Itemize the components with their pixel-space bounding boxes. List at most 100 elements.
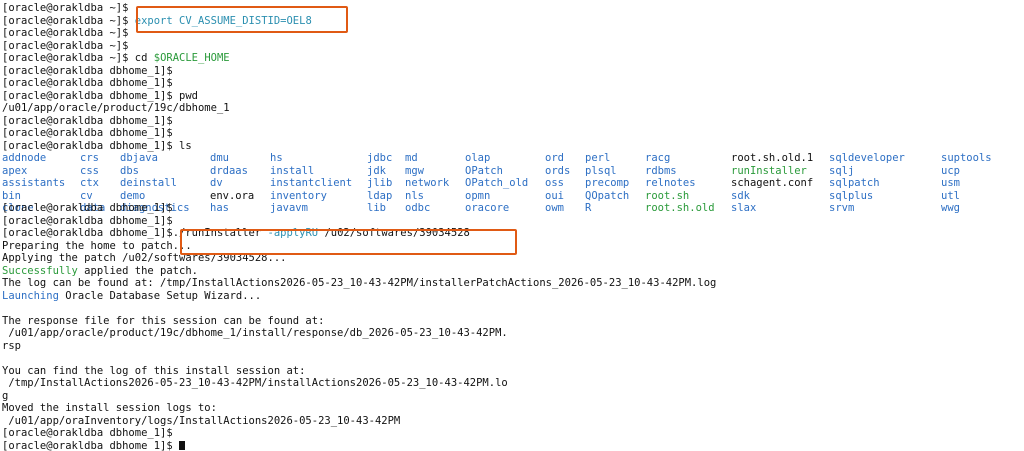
terminal-window[interactable]: [oracle@orakldba ~]$ [oracle@orakldba ~]… [0, 0, 1024, 451]
shell-prompt: [oracle@orakldba dbhome_1]$ [2, 127, 173, 139]
ls-entry: sqlplus [829, 189, 874, 202]
ls-entry: oss [545, 177, 564, 189]
terminal-output: g [2, 390, 1024, 403]
ls-entry: bin [2, 189, 21, 202]
output-success-word: Successfully [2, 264, 78, 277]
ls-entry: runInstaller [731, 164, 807, 177]
ls-entry: root.sh [645, 189, 690, 202]
terminal-output [2, 302, 1024, 315]
ls-entry: ucp [941, 164, 960, 177]
ls-entry: dmu [210, 152, 229, 164]
shell-prompt: [oracle@orakldba dbhome_1]$ [2, 89, 173, 102]
output-session-log-path-cont: g [2, 389, 9, 402]
ls-entry: apex [2, 164, 28, 177]
ls-entry: jdbc [367, 152, 393, 164]
output-preparing: Preparing the home to patch... [2, 239, 192, 252]
terminal-line: [oracle@orakldba dbhome_1]$ [2, 215, 1024, 228]
output-session-log-heading: You can find the log of this install ses… [2, 364, 306, 377]
terminal-line: [oracle@orakldba ~]$ [2, 40, 1024, 53]
ls-entry: dbjava [120, 152, 158, 164]
ls-entry: sqldeveloper [829, 152, 905, 164]
ls-entry: ords [545, 164, 571, 177]
ls-entry: QOpatch [585, 189, 630, 202]
ls-entry: plsql [585, 164, 617, 177]
ls-entry: assistants [2, 177, 66, 189]
output-moved-path: /u01/app/oraInventory/logs/InstallAction… [2, 414, 401, 427]
ls-entry: hs [270, 152, 283, 164]
terminal-line: [oracle@orakldba dbhome_1]$ [2, 65, 1024, 78]
terminal-output: /tmp/InstallActions2026-05-23_10-43-42PM… [2, 377, 1024, 390]
terminal-line: [oracle@orakldba dbhome_1]$ [2, 127, 1024, 140]
terminal-line: [oracle@orakldba dbhome_1]$ ls [2, 140, 1024, 153]
pwd-command: pwd [179, 89, 198, 102]
terminal-output: You can find the log of this install ses… [2, 365, 1024, 378]
shell-prompt: [oracle@orakldba dbhome_1]$ [2, 77, 173, 89]
ls-entry: drdaas [210, 164, 248, 177]
output-response-path: /u01/app/oracle/product/19c/dbhome_1/ins… [2, 327, 508, 339]
ls-entry: schagent.conf [731, 177, 814, 189]
output-success-rest: applied the patch. [77, 264, 198, 277]
ls-entry: slax [731, 202, 757, 214]
output-launching-word: Launching [2, 289, 59, 302]
ls-entry: OPatch [465, 164, 503, 177]
terminal-output: /u01/app/oraInventory/logs/InstallAction… [2, 415, 1024, 428]
ls-entry: nls [405, 189, 424, 202]
terminal-line: [oracle@orakldba dbhome_1]$ [2, 115, 1024, 128]
terminal-line: [oracle@orakldba ~]$ cd $ORACLE_HOME [2, 52, 1024, 65]
ls-entry: inventory [270, 189, 327, 202]
ls-entry: sqlpatch [829, 177, 880, 189]
ls-command: ls [179, 139, 192, 152]
terminal-line: [oracle@orakldba dbhome_1]$ [2, 427, 1024, 440]
ls-entry: relnotes [645, 177, 696, 189]
ls-entry: owm [545, 202, 564, 214]
ls-entry: env.ora [210, 189, 255, 202]
ls-entry: usm [941, 177, 960, 189]
ls-entry: racg [645, 152, 671, 164]
ls-entry: demo [120, 189, 146, 202]
terminal-output: /u01/app/oracle/product/19c/dbhome_1/ins… [2, 327, 1024, 340]
text-cursor [179, 440, 186, 450]
ls-entry: javavm [270, 202, 308, 214]
ls-entry: odbc [405, 202, 431, 214]
ls-entry: ord [545, 152, 564, 164]
ls-entry: css [80, 164, 99, 177]
ls-entry: addnode [2, 152, 47, 164]
ls-entry: OPatch_old [465, 177, 529, 189]
ls-entry: rdbms [645, 164, 677, 177]
terminal-output: rsp [2, 340, 1024, 353]
ls-entry: deinstall [120, 177, 177, 189]
output-response-path-cont: rsp [2, 339, 21, 352]
terminal-output: /u01/app/oracle/product/19c/dbhome_1 [2, 102, 1024, 115]
ls-entry: wwg [941, 202, 960, 214]
terminal-line: [oracle@orakldba dbhome_1]$ pwd [2, 90, 1024, 103]
ls-entry: dv [210, 177, 223, 189]
output-moved-heading: Moved the install session logs to: [2, 402, 217, 414]
shell-prompt: [oracle@orakldba ~]$ [2, 27, 129, 39]
terminal-output: The log can be found at: /tmp/InstallAct… [2, 277, 1024, 290]
shell-prompt: [oracle@orakldba ~]$ [2, 52, 129, 64]
shell-prompt: [oracle@orakldba dbhome_1]$ [2, 439, 173, 451]
ls-entry: oracore [465, 202, 510, 214]
ls-entry: lib [367, 202, 386, 214]
output-session-log-path: /tmp/InstallActions2026-05-23_10-43-42PM… [2, 377, 508, 389]
terminal-output [2, 352, 1024, 365]
terminal-line[interactable]: [oracle@orakldba dbhome_1]$ [2, 440, 1024, 451]
output-response-heading: The response file for this session can b… [2, 314, 325, 327]
export-highlight-box [136, 6, 348, 33]
ls-entry: jlib [367, 177, 393, 189]
ls-entry: jdk [367, 164, 386, 177]
shell-prompt: [oracle@orakldba ~]$ [2, 2, 129, 14]
ls-entry: install [270, 164, 315, 177]
ls-entry: precomp [585, 177, 630, 189]
terminal-output: The response file for this session can b… [2, 315, 1024, 328]
ls-entry: sqlj [829, 164, 855, 177]
oracle-home-variable: $ORACLE_HOME [153, 52, 230, 64]
ls-entry: md [405, 152, 418, 164]
run-installer-highlight-box [180, 229, 517, 255]
ls-entry: root.sh.old.1 [731, 152, 814, 164]
output-launching-rest: Oracle Database Setup Wizard... [58, 289, 262, 302]
ls-entry: ldap [367, 189, 393, 202]
terminal-output: Successfully applied the patch. [2, 265, 1024, 278]
ls-entry: olap [465, 152, 491, 164]
shell-prompt: [oracle@orakldba dbhome_1]$ [2, 139, 173, 152]
